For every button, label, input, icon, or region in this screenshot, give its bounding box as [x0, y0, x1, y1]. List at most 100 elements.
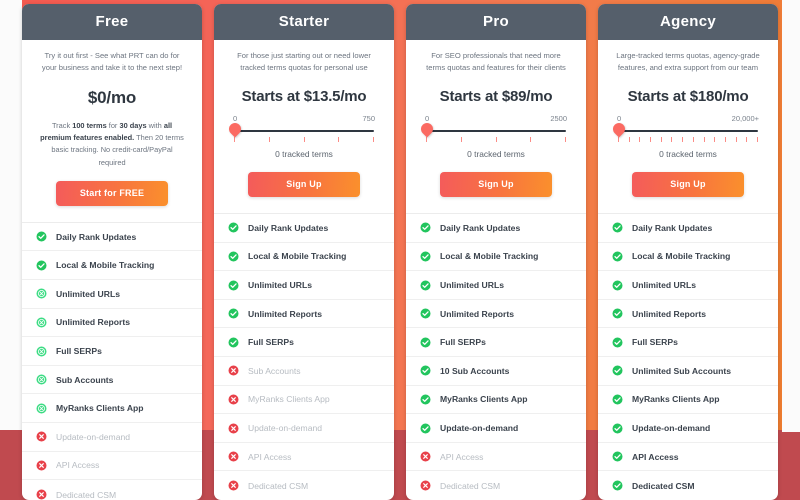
plan-summary: Large-tracked terms quotas, agency-grade…: [598, 40, 778, 160]
feature-label: Update-on-demand: [632, 423, 711, 434]
check-circle-limited-icon: [36, 374, 47, 385]
feature-row-myranks-clients-app: MyRanks Clients App: [214, 386, 394, 415]
feature-row-dedicated-csm: Dedicated CSM: [598, 471, 778, 500]
feature-label: Sub Accounts: [248, 365, 301, 376]
feature-label: MyRanks Clients App: [248, 394, 330, 405]
feature-row-unlimited-urls: Unlimited URLs: [214, 271, 394, 300]
feature-row-daily-rank-updates: Daily Rank Updates: [214, 214, 394, 243]
feature-row-api-access: API Access: [22, 452, 202, 481]
cross-circle-icon: [228, 365, 239, 376]
slider-tick: [714, 137, 716, 142]
feature-row-myranks-clients-app: MyRanks Clients App: [406, 386, 586, 415]
feature-row-unlimited-reports: Unlimited Reports: [214, 300, 394, 329]
pricing-card-pro: Pro For SEO professionals that need more …: [406, 4, 586, 500]
cta-area: Sign Up: [406, 160, 586, 213]
feature-label: Dedicated CSM: [56, 489, 117, 500]
feature-label: MyRanks Clients App: [56, 403, 144, 414]
feature-row-dedicated-csm: Dedicated CSM: [22, 480, 202, 500]
slider-tick: [628, 137, 630, 142]
check-circle-icon: [420, 222, 431, 233]
check-circle-icon: [228, 280, 239, 291]
slider-tick: [703, 137, 705, 142]
check-circle-limited-icon: [36, 317, 47, 328]
tracked-terms-slider[interactable]: 0 20,000+ 0 tracked terms: [610, 114, 760, 160]
check-circle-limited-icon: [36, 346, 47, 357]
feature-label: Unlimited Reports: [632, 308, 707, 319]
feature-label: Local & Mobile Tracking: [632, 251, 731, 262]
tracked-terms-slider[interactable]: 0 2500 0 tracked terms: [418, 114, 568, 160]
feature-label: Local & Mobile Tracking: [248, 251, 347, 262]
slider-tick: [746, 137, 748, 142]
feature-label: Full SERPs: [56, 346, 102, 357]
slider-max-label: 750: [362, 114, 375, 123]
check-circle-icon: [612, 308, 623, 319]
feature-list: Daily Rank Updates Local & Mobile Trackin…: [598, 213, 778, 500]
feature-list: Daily Rank Updates Local & Mobile Trackin…: [22, 221, 202, 500]
check-circle-icon: [612, 365, 623, 376]
feature-row-myranks-clients-app: MyRanks Clients App: [22, 394, 202, 424]
tracked-terms-slider[interactable]: 0 750 0 tracked terms: [226, 114, 376, 160]
feature-label: Update-on-demand: [248, 423, 323, 434]
feature-label: Daily Rank Updates: [248, 222, 329, 233]
slider-tick: [671, 137, 673, 142]
feature-label: Unlimited URLs: [440, 280, 504, 291]
cta-area: Sign Up: [214, 160, 394, 213]
plan-summary: Try it out first - See what PRT can do f…: [22, 40, 202, 169]
feature-label: Update-on-demand: [56, 431, 131, 442]
tracked-terms-value: 0 tracked terms: [659, 149, 717, 159]
plan-description: Try it out first - See what PRT can do f…: [41, 51, 183, 72]
cross-circle-icon: [228, 480, 239, 491]
signup-button-starter[interactable]: Sign Up: [248, 172, 360, 197]
feature-row-daily-rank-updates: Daily Rank Updates: [22, 223, 202, 252]
slider-tick: [565, 137, 566, 142]
feature-label: Dedicated CSM: [632, 480, 695, 491]
feature-label: Unlimited Reports: [248, 308, 323, 319]
feature-label: Unlimited URLs: [248, 280, 312, 291]
plan-note-part: Track: [51, 121, 73, 130]
feature-row-unlimited-reports: Unlimited Reports: [406, 300, 586, 329]
check-circle-icon: [36, 231, 47, 242]
slider-track[interactable]: [610, 120, 758, 138]
feature-row-full-serps: Full SERPs: [22, 337, 202, 366]
feature-label: Unlimited URLs: [632, 280, 696, 291]
plan-note: Track 100 terms for 30 days with all pre…: [32, 108, 192, 169]
feature-label: Unlimited URLs: [56, 288, 120, 299]
check-circle-icon: [612, 251, 623, 262]
plan-note-part: with: [146, 121, 164, 130]
plan-summary: For those just starting out or need lowe…: [214, 40, 394, 160]
plan-description: Large-tracked terms quotas, agency-grade…: [616, 51, 760, 72]
feature-row-dedicated-csm: Dedicated CSM: [406, 471, 586, 500]
feature-row-unlimited-urls: Unlimited URLs: [22, 280, 202, 309]
feature-label: MyRanks Clients App: [632, 394, 720, 405]
cross-circle-icon: [420, 451, 431, 462]
slider-track[interactable]: [226, 120, 374, 138]
feature-row-myranks-clients-app: MyRanks Clients App: [598, 386, 778, 415]
feature-row-local-mobile-tracking: Local & Mobile Tracking: [22, 251, 202, 281]
feature-row-unlimited-urls: Unlimited URLs: [598, 271, 778, 300]
cross-circle-icon: [228, 451, 239, 462]
feature-label: MyRanks Clients App: [440, 394, 528, 405]
signup-button-free[interactable]: Start for FREE: [56, 180, 168, 206]
signup-button-pro[interactable]: Sign Up: [440, 172, 552, 197]
plan-summary: For SEO professionals that need more ter…: [406, 40, 586, 160]
feature-label: Update-on-demand: [440, 423, 519, 434]
feature-label: Unlimited Reports: [440, 308, 515, 319]
check-circle-icon: [228, 251, 239, 262]
feature-row-sub-accounts: Sub Accounts: [214, 357, 394, 386]
feature-row-full-serps: Full SERPs: [406, 328, 586, 358]
feature-label: API Access: [56, 460, 100, 471]
slider-track[interactable]: [418, 120, 566, 138]
check-circle-icon: [420, 365, 431, 376]
feature-list: Daily Rank Updates Local & Mobile Trackin…: [406, 213, 586, 500]
cta-area: Sign Up: [598, 160, 778, 213]
check-circle-icon: [420, 251, 431, 262]
plan-name: Agency: [598, 4, 778, 40]
feature-row-api-access: API Access: [598, 443, 778, 472]
slider-tick: [268, 137, 270, 142]
feature-row-full-serps: Full SERPs: [598, 328, 778, 358]
check-circle-limited-icon: [36, 288, 47, 299]
signup-button-agency[interactable]: Sign Up: [632, 172, 744, 197]
cross-circle-icon: [420, 480, 431, 491]
slider-tick: [735, 137, 737, 142]
slider-tick: [495, 137, 497, 142]
